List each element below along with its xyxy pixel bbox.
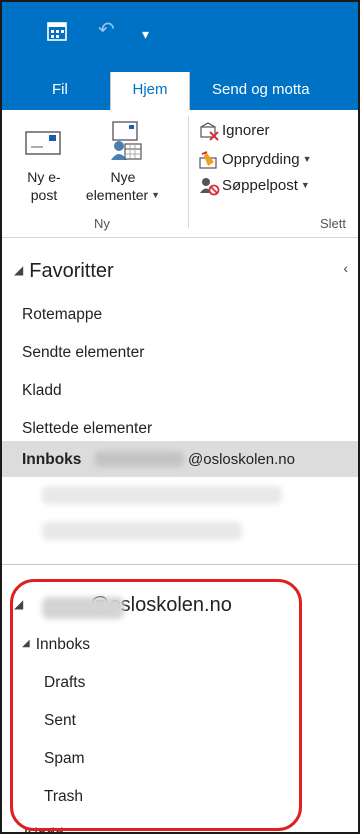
chevron-down-icon: ▼: [302, 154, 312, 164]
chevron-down-icon: ▼: [151, 190, 161, 200]
redacted-name: [94, 451, 184, 467]
cleanup-label: Opprydding: [222, 151, 300, 168]
folder-kladd[interactable]: Kladd: [22, 382, 62, 400]
expand-triangle-icon[interactable]: ◢: [22, 638, 30, 649]
folder-trash[interactable]: Trash: [44, 788, 83, 806]
junk-icon: [200, 178, 220, 196]
account-inbox-label: Innboks: [35, 636, 90, 653]
envelope-icon: [25, 131, 61, 155]
tab-fil[interactable]: Fil: [38, 72, 82, 110]
folder-rotemappe[interactable]: Rotemappe: [22, 306, 102, 324]
folder-sendte-elementer[interactable]: Sendte elementer: [22, 344, 144, 362]
account-inbox[interactable]: ◢ Innboks: [22, 636, 90, 654]
tab-send-og-motta[interactable]: Send og motta: [198, 72, 324, 110]
expand-triangle-icon[interactable]: ◢: [14, 597, 23, 611]
new-email-button[interactable]: Ny e- post: [16, 120, 72, 204]
group-label-slett: Slett: [320, 216, 347, 231]
group-divider: [188, 116, 189, 228]
new-email-label-2: post: [30, 187, 58, 203]
cleanup-icon: [199, 151, 217, 169]
redacted-folder: [42, 486, 282, 504]
collapse-pane-icon[interactable]: ‹: [343, 260, 348, 276]
outlook-window: ↶ ▾ Fil Hjem Send og motta Ny e- post Ny…: [0, 0, 360, 834]
customize-caret-icon[interactable]: ▾: [142, 24, 149, 44]
tab-hjem[interactable]: Hjem: [110, 72, 190, 110]
cleanup-button[interactable]: Opprydding ▼: [198, 148, 311, 170]
new-items-label-2: elementer ▼: [85, 187, 161, 203]
favorites-label: Favoritter: [29, 260, 114, 282]
junk-label: Søppelpost: [222, 177, 298, 194]
title-bar: ↶ ▾: [2, 2, 358, 72]
section-divider: [2, 564, 358, 565]
inbox-label: Innboks: [22, 451, 82, 468]
folder-pane: ‹ ◢ Favoritter Rotemappe Sendte elementer…: [2, 238, 358, 832]
folder-account-kladd[interactable]: Kladd: [24, 826, 64, 832]
new-items-icon: [111, 121, 142, 160]
ignore-label: Ignorer: [222, 122, 270, 139]
favorite-inbox-row[interactable]: Innboks @osloskolen.no: [2, 441, 358, 477]
chevron-down-icon: ▼: [300, 180, 310, 190]
folder-slettede-elementer[interactable]: Slettede elementer: [22, 420, 152, 438]
group-label-ny: Ny: [94, 216, 110, 231]
folder-drafts[interactable]: Drafts: [44, 674, 85, 692]
new-email-label-1: Ny e-: [27, 169, 61, 185]
undo-icon[interactable]: ↶: [98, 20, 115, 40]
redacted-account-name: [42, 597, 124, 619]
folder-spam[interactable]: Spam: [44, 750, 85, 768]
favorites-header[interactable]: ◢ Favoritter: [14, 260, 114, 283]
folder-sent[interactable]: Sent: [44, 712, 76, 730]
expand-triangle-icon[interactable]: ◢: [14, 263, 23, 277]
redacted-folder: [42, 522, 242, 540]
ignore-icon: [200, 122, 219, 141]
ribbon-tabs: Fil Hjem Send og motta: [2, 72, 358, 110]
new-items-label-1: Nye: [110, 169, 136, 185]
ribbon: Ny e- post Nye elementer ▼ Ny Ignorer Op…: [2, 110, 358, 238]
new-items-button[interactable]: Nye elementer ▼: [80, 120, 166, 204]
junk-button[interactable]: Søppelpost ▼: [198, 174, 310, 196]
ignore-button[interactable]: Ignorer: [198, 120, 270, 142]
inbox-account: @osloskolen.no: [188, 451, 295, 468]
calendar-save-icon[interactable]: [46, 20, 68, 42]
